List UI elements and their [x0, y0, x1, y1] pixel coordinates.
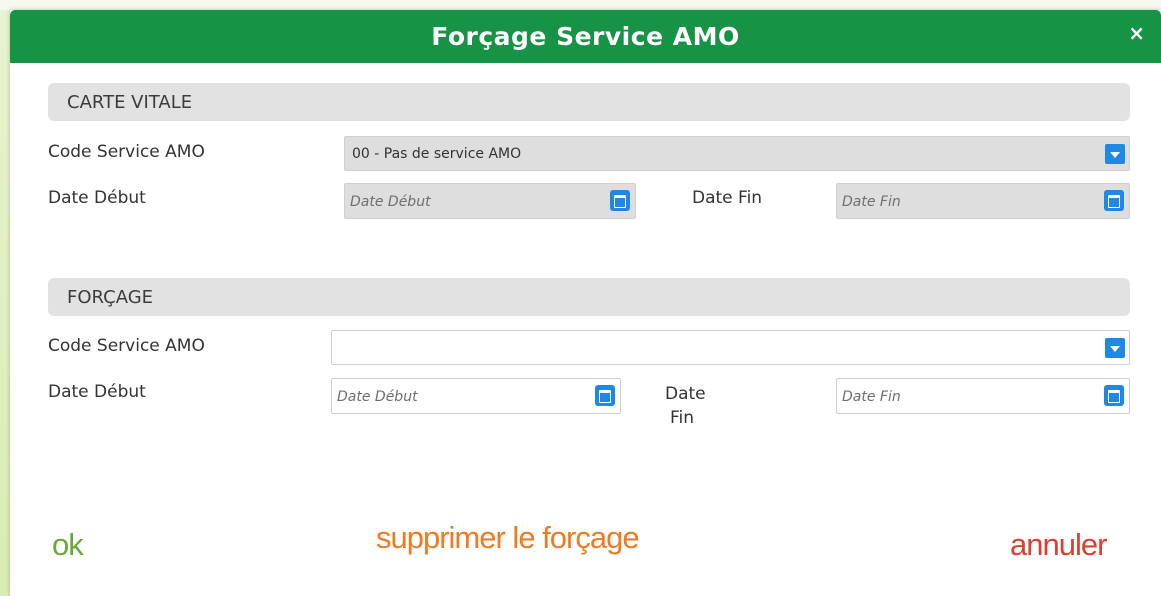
date-placeholder: Date Début	[350, 194, 431, 210]
forcage-service-dialog: Forçage Service AMO × CARTE VITALE Code …	[10, 10, 1161, 596]
dialog-title: Forçage Service AMO	[431, 22, 740, 51]
code-service-label: Code Service AMO	[48, 142, 205, 162]
ok-button[interactable]: ok	[52, 527, 84, 563]
annuler-button[interactable]: annuler	[1010, 527, 1107, 563]
date-debut-label: Date Début	[48, 188, 146, 208]
date-debut-field-carte[interactable]: Date Début	[344, 183, 636, 219]
chevron-down-icon[interactable]	[1105, 144, 1125, 164]
date-fin-field-carte[interactable]: Date Fin	[836, 183, 1130, 219]
section-title: CARTE VITALE	[67, 92, 193, 113]
code-service-label: Code Service AMO	[48, 336, 205, 356]
date-placeholder: Date Fin	[842, 194, 901, 210]
date-debut-field-forcage[interactable]: Date Début	[331, 378, 621, 414]
dialog-titlebar: Forçage Service AMO ×	[10, 10, 1161, 63]
supprimer-forcage-button[interactable]: supprimer le forçage	[376, 520, 640, 556]
date-fin-label-line2: Fin	[670, 408, 695, 428]
section-header-carte-vitale: CARTE VITALE	[48, 83, 1130, 121]
date-fin-field-forcage[interactable]: Date Fin	[836, 378, 1130, 414]
code-service-select-carte[interactable]: 00 - Pas de service AMO	[344, 136, 1130, 171]
calendar-icon[interactable]	[1104, 190, 1124, 211]
date-placeholder: Date Début	[337, 389, 418, 405]
background-strip	[0, 0, 1161, 10]
calendar-icon[interactable]	[610, 190, 630, 211]
date-fin-label: Date Fin	[692, 188, 763, 208]
section-header-forcage: FORÇAGE	[48, 278, 1130, 316]
close-icon[interactable]: ×	[1128, 21, 1145, 45]
code-service-select-forcage[interactable]	[331, 330, 1130, 365]
select-value: 00 - Pas de service AMO	[352, 146, 522, 162]
calendar-icon[interactable]	[1104, 385, 1124, 406]
date-debut-label: Date Début	[48, 382, 146, 402]
date-placeholder: Date Fin	[842, 389, 901, 405]
section-title: FORÇAGE	[67, 287, 154, 308]
date-fin-label-line1: Date	[665, 384, 706, 404]
chevron-down-icon[interactable]	[1105, 338, 1125, 358]
calendar-icon[interactable]	[595, 385, 615, 406]
